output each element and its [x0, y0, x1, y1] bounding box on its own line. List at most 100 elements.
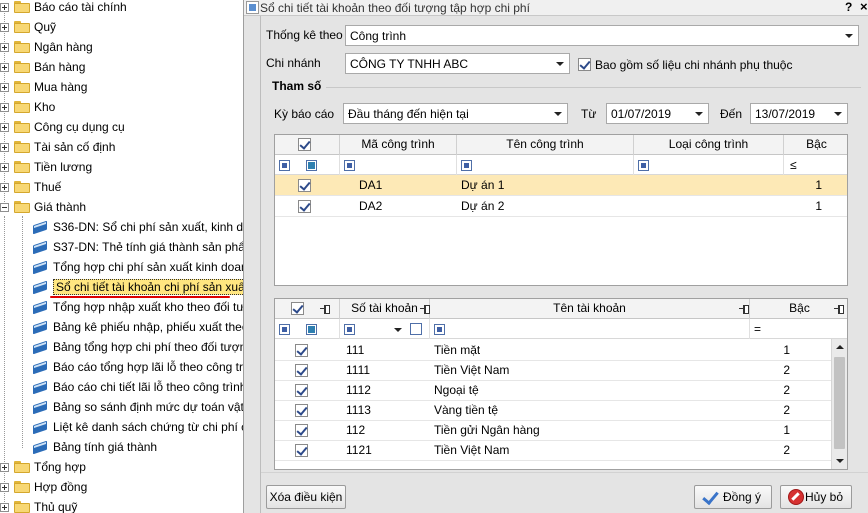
close-button[interactable]: ×: [860, 0, 868, 14]
col-bac[interactable]: Bậc: [784, 135, 847, 155]
clear-filter-icon[interactable]: [410, 323, 422, 335]
report-item-selected[interactable]: Sổ chi tiết tài khoản chi phí sản xuất: [32, 277, 243, 297]
filter-cell[interactable]: [275, 155, 340, 175]
report-item[interactable]: Liệt kê danh sách chứng từ chi phí ch: [32, 417, 243, 437]
row-checkbox[interactable]: [295, 404, 308, 417]
filter-icon[interactable]: [434, 324, 445, 335]
table-row[interactable]: 1112 Ngoại tệ 2: [275, 380, 831, 401]
pin-icon[interactable]: [834, 305, 844, 314]
filter-cell[interactable]: [275, 319, 340, 339]
help-button[interactable]: ?: [845, 0, 852, 14]
table-row[interactable]: 112 Tiền gửi Ngân hàng 1: [275, 420, 831, 441]
report-item[interactable]: Bảng tổng hợp chi phí theo đối tượng: [32, 337, 243, 357]
chevron-down-icon[interactable]: [841, 26, 858, 45]
report-item[interactable]: Bảng kê phiếu nhập, phiếu xuất theo: [32, 317, 243, 337]
select-all-checkbox[interactable]: [291, 302, 304, 315]
table-row[interactable]: DA2 Dự án 2 1: [275, 196, 847, 217]
filter-icon[interactable]: [279, 160, 290, 171]
filter-operator[interactable]: ≤: [790, 158, 797, 172]
clear-conditions-button[interactable]: Xóa điều kiện: [266, 485, 346, 509]
ky-bao-cao-select[interactable]: Đầu tháng đến hiện tại: [343, 103, 568, 124]
collapse-icon[interactable]: [0, 202, 9, 212]
dialog-titlebar[interactable]: Sổ chi tiết tài khoản theo đối tượng tập…: [244, 0, 868, 16]
chevron-down-icon[interactable]: [552, 54, 569, 73]
scroll-thumb[interactable]: [834, 357, 845, 449]
table-row[interactable]: 1121 Tiền Việt Nam 2: [275, 440, 831, 461]
row-checkbox[interactable]: [295, 364, 308, 377]
filter-cell[interactable]: [340, 319, 430, 339]
table-row[interactable]: 1113 Vàng tiền tệ 2: [275, 400, 831, 421]
col-ten-cong-trinh[interactable]: Tên công trình: [457, 135, 634, 155]
report-item[interactable]: S37-DN: Thẻ tính giá thành sản phẩ: [32, 237, 243, 257]
expand-icon[interactable]: [0, 122, 9, 132]
report-item[interactable]: Báo cáo chi tiết lãi lỗ theo công trình: [32, 377, 243, 397]
col-ma-cong-trinh[interactable]: Mã công trình: [340, 135, 457, 155]
report-item[interactable]: Tổng hợp chi phí sản xuất kinh doan: [32, 257, 243, 277]
filter-cell[interactable]: [340, 155, 457, 175]
col-loai-cong-trinh[interactable]: Loại công trình: [634, 135, 784, 155]
filter-row[interactable]: ≤: [275, 155, 847, 175]
report-item[interactable]: Bảng tính giá thành: [32, 437, 243, 457]
col-ten-tai-khoan[interactable]: Tên tài khoản: [430, 299, 750, 319]
filter-cell[interactable]: [457, 155, 634, 175]
tu-date-picker[interactable]: 01/07/2019: [606, 103, 709, 124]
filter-icon[interactable]: [344, 160, 355, 171]
expand-icon[interactable]: [0, 62, 9, 72]
select-all-cell[interactable]: [275, 299, 340, 319]
filter-operator[interactable]: =: [754, 322, 761, 336]
expand-icon[interactable]: [0, 22, 9, 32]
row-checkbox[interactable]: [295, 444, 308, 457]
filter-icon[interactable]: [344, 324, 355, 335]
scroll-down-icon[interactable]: [832, 453, 847, 469]
pin-icon[interactable]: [320, 305, 330, 314]
report-item[interactable]: Tổng hợp nhập xuất kho theo đối tượ: [32, 297, 243, 317]
den-date-picker[interactable]: 13/07/2019: [750, 103, 848, 124]
expand-icon[interactable]: [0, 142, 9, 152]
row-checkbox[interactable]: [295, 344, 308, 357]
expand-icon[interactable]: [0, 502, 9, 512]
expand-icon[interactable]: [0, 42, 9, 52]
thong-ke-theo-select[interactable]: Công trình: [345, 25, 859, 46]
row-checkbox[interactable]: [295, 384, 308, 397]
report-item[interactable]: Bảng so sánh định mức dự toán vật t: [32, 397, 243, 417]
select-all-checkbox[interactable]: [298, 138, 311, 151]
col-so-tai-khoan[interactable]: Số tài khoản: [340, 299, 430, 319]
filter-cell[interactable]: [634, 155, 784, 175]
col-bac[interactable]: Bậc: [750, 299, 847, 319]
select-all-cell[interactable]: [275, 135, 340, 155]
expand-icon[interactable]: [0, 162, 9, 172]
expand-icon[interactable]: [0, 182, 9, 192]
filter-cell[interactable]: [430, 319, 750, 339]
filter-mode-icon[interactable]: [306, 324, 317, 335]
expand-icon[interactable]: [0, 2, 9, 12]
expand-icon[interactable]: [0, 462, 9, 472]
filter-icon[interactable]: [461, 160, 472, 171]
report-item[interactable]: S36-DN: Sổ chi phí sản xuất, kinh do: [32, 217, 243, 237]
filter-icon[interactable]: [279, 324, 290, 335]
row-checkbox[interactable]: [295, 424, 308, 437]
chevron-down-icon[interactable]: [691, 104, 708, 123]
filter-row[interactable]: =: [275, 319, 847, 339]
filter-icon[interactable]: [638, 160, 649, 171]
table-row[interactable]: 111 Tiền mặt 1: [275, 340, 831, 361]
filter-cell[interactable]: ≤: [784, 155, 847, 175]
chevron-down-icon[interactable]: [550, 104, 567, 123]
scroll-up-icon[interactable]: [832, 339, 847, 355]
pin-icon[interactable]: [420, 305, 430, 314]
vertical-scrollbar[interactable]: [831, 339, 847, 469]
cancel-button[interactable]: Hủy bỏ: [780, 485, 852, 509]
expand-icon[interactable]: [0, 82, 9, 92]
filter-cell[interactable]: =: [750, 319, 847, 339]
chevron-down-icon[interactable]: [830, 104, 847, 123]
table-row[interactable]: 1111 Tiền Việt Nam 2: [275, 360, 831, 381]
report-item[interactable]: Báo cáo tổng hợp lãi lỗ theo công trìn: [32, 357, 243, 377]
row-checkbox[interactable]: [298, 179, 311, 192]
row-checkbox[interactable]: [298, 200, 311, 213]
pin-icon[interactable]: [739, 305, 749, 314]
bao-gom-checkbox[interactable]: [578, 58, 591, 71]
chi-nhanh-select[interactable]: CÔNG TY TNHH ABC: [345, 53, 570, 74]
ok-button[interactable]: Đồng ý: [694, 485, 772, 509]
filter-mode-icon[interactable]: [306, 160, 317, 171]
table-row[interactable]: DA1 Dự án 1 1: [275, 175, 847, 196]
chevron-down-icon[interactable]: [390, 320, 406, 338]
